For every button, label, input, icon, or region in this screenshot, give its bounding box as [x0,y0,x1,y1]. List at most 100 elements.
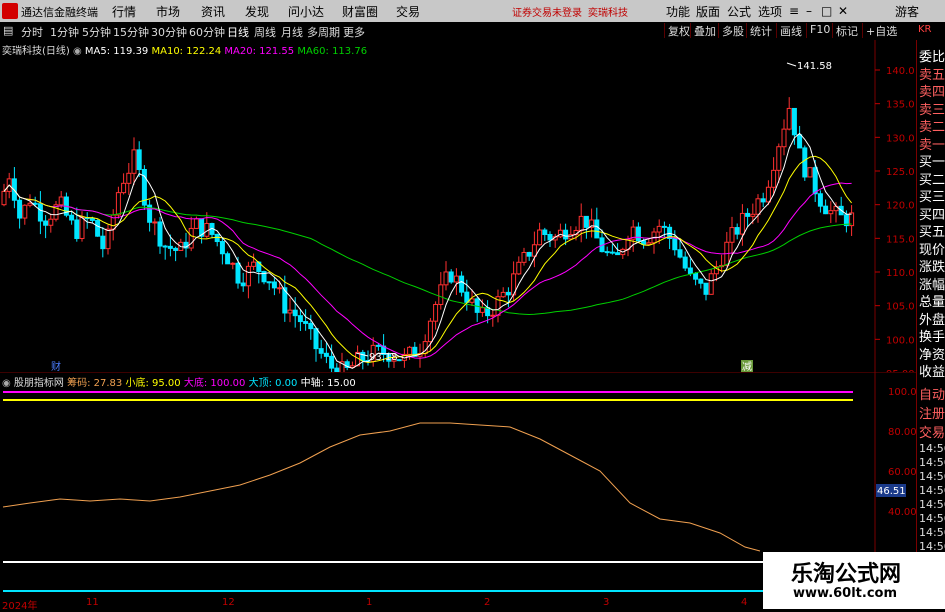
side-sub-item-1[interactable]: 注册 [919,403,945,422]
menu-wenxiaoda[interactable]: 问小达 [288,3,324,20]
menu-xuanxiang[interactable]: 选项 [758,3,782,20]
indicator-settings-icon[interactable]: ◉ [2,378,11,389]
indicator-name[interactable]: 股朋指标网 [14,378,64,389]
candle-body [375,344,381,347]
candle-body [672,238,678,251]
menu-banmian[interactable]: 版面 [696,3,720,20]
candle-body [791,107,797,136]
low-price-label: 93.18 [369,352,398,363]
zhongzhou-label: 中轴: 15.00 [300,378,356,389]
candle-body [219,241,225,255]
period-multi[interactable]: 多周期 [307,24,340,40]
candle-body [635,226,641,242]
menu-hangqing[interactable]: 行情 [112,3,136,20]
side-item-16[interactable]: 换手 [919,326,945,345]
btn-zixuan[interactable]: +自选 [862,23,897,38]
side-item-1[interactable]: 卖五 [919,64,945,83]
candle-body [360,351,366,362]
period-daily[interactable]: 日线 [227,24,249,40]
menu-faxian[interactable]: 发现 [245,3,269,20]
price-tick-0: 140.0 [886,66,915,77]
side-item-9[interactable]: 买四 [919,204,945,223]
settings-icon[interactable]: ◉ [73,46,82,57]
period-1min[interactable]: 1分钟 [50,24,79,40]
btn-tongji[interactable]: 统计 [746,23,772,38]
side-item-17[interactable]: 净资 [919,344,945,363]
candle-body [43,220,49,226]
login-warning[interactable]: 证券交易未登录 [512,4,582,19]
side-item-13[interactable]: 涨幅 [919,274,945,293]
side-item-4[interactable]: 卖二 [919,116,945,135]
menu-zixun[interactable]: 资讯 [201,3,225,20]
indicator-tick-1: 80.00 [888,427,916,438]
date-label-4: 4 [741,597,748,608]
candle-body [693,272,699,280]
btn-duogu[interactable]: 多股 [718,23,744,38]
side-sub-item-0[interactable]: 自动 [919,384,945,403]
side-item-7[interactable]: 买二 [919,169,945,188]
menu-icon[interactable]: ≡ [789,4,799,18]
side-item-11[interactable]: 现价 [919,239,945,258]
period-toolbar: ▤ 分时 1分钟 5分钟 15分钟 30分钟 60分钟 日线 周线 月线 多周期… [0,22,945,41]
candle-body [126,172,132,184]
menu-caifuquan[interactable]: 财富圈 [342,3,378,20]
candle-body [729,227,735,243]
candle-body [490,314,496,317]
candle-body [329,355,335,369]
close-icon[interactable]: ✕ [838,4,848,18]
side-item-2[interactable]: 卖四 [919,81,945,100]
period-15min[interactable]: 15分钟 [113,24,149,40]
candle-body [95,219,101,237]
cai-marker: 财 [51,360,61,372]
menu-gongneng[interactable]: 功能 [666,3,690,20]
candle-body [427,320,433,343]
side-top-label: KR [918,24,932,35]
btn-fuquan[interactable]: 复权 [664,23,690,38]
btn-biaoji[interactable]: 标记 [832,23,858,38]
side-item-10[interactable]: 买五 [919,221,945,240]
icon-grid[interactable]: ▤ [3,24,13,37]
btn-f10[interactable]: F10 [806,23,830,38]
side-sub-item-2[interactable]: 交易 [919,422,945,441]
side-item-6[interactable]: 买一 [919,151,945,170]
indicator-legend: ◉ 股朋指标网 筹码: 27.83 小底: 95.00 大底: 100.00 大… [2,374,356,389]
candle-body [58,196,64,206]
side-item-12[interactable]: 涨跌 [919,256,945,275]
side-item-15[interactable]: 外盘 [919,309,945,328]
period-5min[interactable]: 5分钟 [82,24,111,40]
period-weekly[interactable]: 周线 [254,24,276,40]
candle-body [17,199,23,219]
candle-body [563,229,569,240]
minimize-icon[interactable]: – [806,4,812,18]
menu-gongshi[interactable]: 公式 [727,3,751,20]
candle-body [661,225,667,228]
btn-diejia[interactable]: 叠加 [690,23,716,38]
price-chart[interactable]: 140.0 135.0 130.0 125.0 120.0 115.0 110.0 105.0… [0,40,916,372]
ma20-label: MA20: 121.55 [224,46,295,57]
menu-jiaoyi[interactable]: 交易 [396,3,420,20]
period-more[interactable]: 更多 [343,24,365,40]
candle-body [557,229,563,238]
side-item-18[interactable]: 收益 [919,361,945,380]
side-item-0[interactable]: 委比 [919,46,945,65]
maximize-icon[interactable]: □ [821,4,832,18]
guest-label[interactable]: 游客 [895,3,919,20]
period-monthly[interactable]: 月线 [281,24,303,40]
high-price-label: 141.58 [797,61,832,72]
candle-body [609,251,615,254]
side-item-5[interactable]: 卖一 [919,134,945,153]
menu-shichang[interactable]: 市场 [156,3,180,20]
side-item-8[interactable]: 买三 [919,186,945,205]
candle-body [781,128,787,148]
btn-huaxian[interactable]: 画线 [776,23,802,38]
side-item-3[interactable]: 卖三 [919,99,945,118]
candle-body [828,210,834,215]
period-30min[interactable]: 30分钟 [151,24,187,40]
candle-body [303,321,309,324]
chouma-label: 筹码: 27.83 [67,378,123,389]
period-fenshi[interactable]: 分时 [21,24,43,40]
price-tick-2: 130.0 [886,133,915,144]
side-item-14[interactable]: 总量 [919,291,945,310]
period-60min[interactable]: 60分钟 [189,24,225,40]
candle-body [37,203,43,222]
